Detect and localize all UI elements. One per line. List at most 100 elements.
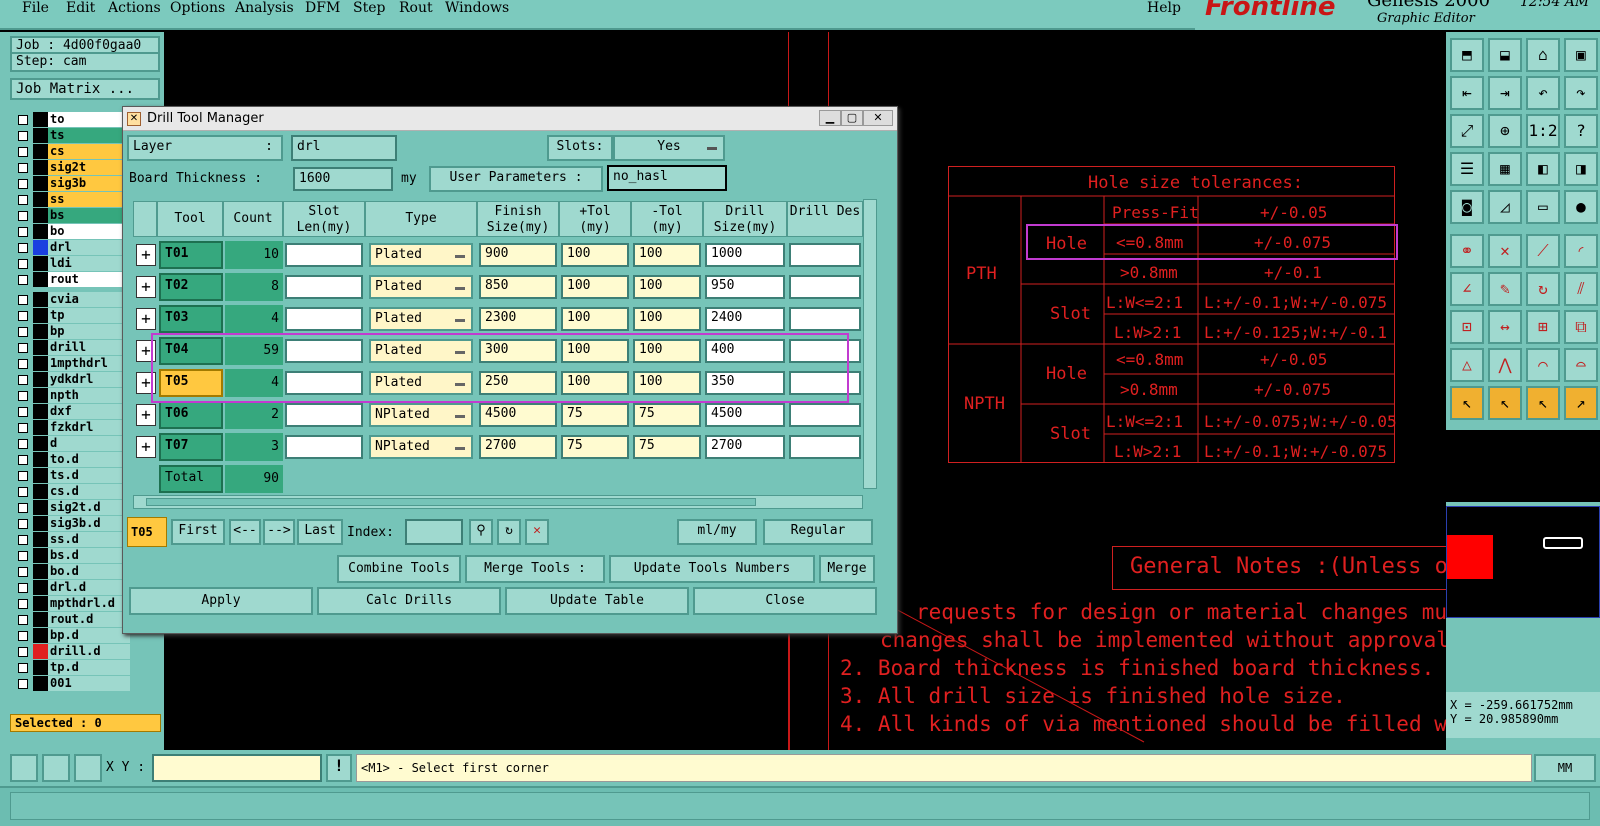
select4-icon[interactable]: ↗ — [1564, 386, 1598, 420]
layer-checkbox[interactable] — [18, 163, 28, 173]
layer-checkbox[interactable] — [18, 115, 28, 125]
minus-tol-field[interactable]: 75 — [633, 403, 701, 427]
layer-row-ss-d[interactable]: ss.d — [14, 532, 132, 548]
layer-checkbox[interactable] — [18, 583, 28, 593]
menu-file[interactable]: File — [22, 0, 49, 16]
angle-icon[interactable] — [42, 754, 70, 782]
triangle-icon[interactable]: △ — [1450, 348, 1484, 382]
layer-name[interactable]: drill — [48, 340, 130, 355]
layer-checkbox[interactable] — [18, 455, 28, 465]
grid-toggle-icon[interactable]: ▦ — [1488, 152, 1522, 186]
type-dropdown[interactable]: NPlated — [369, 435, 473, 459]
maximize-button[interactable]: ▢ — [841, 110, 863, 126]
layer-name[interactable]: ss.d — [48, 532, 130, 547]
lightbulb-icon[interactable]: ⚲ — [469, 519, 493, 545]
layer-row-cvia[interactable]: cvia — [14, 292, 132, 308]
layer-name[interactable]: sig3b.d — [48, 516, 130, 531]
layer-name[interactable]: sig3b — [48, 176, 130, 191]
layer-name[interactable]: drill.d — [48, 644, 130, 659]
center-icon[interactable]: ⊞ — [1526, 310, 1560, 344]
layer-checkbox[interactable] — [18, 195, 28, 205]
merge-button[interactable]: Merge — [819, 555, 875, 583]
update-tools-numbers-dropdown[interactable]: Update Tools Numbers — [609, 555, 815, 583]
layer-row-sig2t-d[interactable]: sig2t.d — [14, 500, 132, 516]
minus-tol-field[interactable]: 75 — [633, 435, 701, 459]
home-icon[interactable]: ⌂ — [1526, 38, 1560, 72]
layer-row-ts-d[interactable]: ts.d — [14, 468, 132, 484]
arc-icon[interactable]: ◜ — [1564, 234, 1598, 268]
layer-name[interactable]: cs — [48, 144, 130, 159]
layer-checkbox[interactable] — [18, 259, 28, 269]
slot-len-field[interactable] — [285, 243, 363, 267]
save-icon[interactable]: ⬓ — [1488, 38, 1522, 72]
expand-row-icon[interactable]: + — [136, 276, 156, 298]
group-icon[interactable]: ⧉ — [1564, 310, 1598, 344]
plus-tol-field[interactable]: 75 — [561, 403, 629, 427]
line-icon[interactable]: ⟋ — [1526, 234, 1560, 268]
layer-name[interactable]: fzkdrl — [48, 420, 130, 435]
layer-name[interactable]: cvia — [48, 292, 130, 307]
layer-name[interactable]: bp — [48, 324, 130, 339]
layer-checkbox[interactable] — [18, 243, 28, 253]
type-dropdown[interactable]: Plated — [369, 243, 473, 267]
layer-checkbox[interactable] — [18, 487, 28, 497]
settings-icon[interactable]: ☰ — [1450, 152, 1484, 186]
type-dropdown[interactable]: NPlated — [369, 403, 473, 427]
layer-field[interactable]: drl — [291, 135, 397, 161]
layer-row-rout[interactable]: rout — [14, 272, 132, 288]
snapshot-icon[interactable]: ◙ — [1450, 190, 1484, 224]
layer-checkbox[interactable] — [18, 615, 28, 625]
layers-icon[interactable]: ◧ — [1526, 152, 1560, 186]
drill-des-field[interactable] — [789, 435, 861, 459]
layer-checkbox[interactable] — [18, 375, 28, 385]
layer-name[interactable]: rout — [48, 272, 130, 287]
update-table-button[interactable]: Update Table — [505, 587, 689, 615]
next-button[interactable]: --> — [263, 519, 295, 545]
drill-size-field[interactable]: 1000 — [705, 243, 785, 267]
expand-row-icon[interactable]: + — [136, 436, 156, 458]
layer-row-sig2t[interactable]: sig2t — [14, 160, 132, 176]
layer-row-bs-d[interactable]: bs.d — [14, 548, 132, 564]
slot-len-field[interactable] — [285, 275, 363, 299]
ruler-icon[interactable]: ▭ — [1526, 190, 1560, 224]
user-parameters-field[interactable]: no_hasl — [607, 165, 727, 191]
layer-row-sig3b-d[interactable]: sig3b.d — [14, 516, 132, 532]
prev-button[interactable]: <-- — [229, 519, 261, 545]
layer-row-001[interactable]: 001 — [14, 676, 132, 692]
cross-icon[interactable]: ✕ — [1488, 234, 1522, 268]
layer-name[interactable]: ydkdrl — [48, 372, 130, 387]
drill-size-field[interactable]: 2400 — [705, 307, 785, 331]
layer-row-cs[interactable]: cs — [14, 144, 132, 160]
layer-checkbox[interactable] — [18, 275, 28, 285]
layer-name[interactable]: bp.d — [48, 628, 130, 643]
layer-row-drl[interactable]: drl — [14, 240, 132, 256]
layer-row-npth[interactable]: npth — [14, 388, 132, 404]
menu-edit[interactable]: Edit — [66, 0, 95, 16]
up-icon[interactable]: ⋀ — [1488, 348, 1522, 382]
tool-cell-t02[interactable]: T02 — [159, 273, 223, 301]
layer-row-ldi[interactable]: ldi — [14, 256, 132, 272]
layer-name[interactable]: bs — [48, 208, 130, 223]
close-button[interactable]: Close — [693, 587, 877, 615]
layer-row-fzkdrl[interactable]: fzkdrl — [14, 420, 132, 436]
minus-tol-field[interactable]: 100 — [633, 243, 701, 267]
draw-line-icon[interactable]: ∠ — [1450, 272, 1484, 306]
layer-checkbox[interactable] — [18, 311, 28, 321]
drill-size-field[interactable]: 2700 — [705, 435, 785, 459]
redo-icon[interactable]: ↷ — [1564, 76, 1598, 110]
tool-cell-t07[interactable]: T07 — [159, 433, 223, 461]
slot-len-field[interactable] — [285, 307, 363, 331]
close-window-icon[interactable]: ✕ — [863, 110, 893, 126]
layer-name[interactable]: cs.d — [48, 484, 130, 499]
finish-size-field[interactable]: 2300 — [479, 307, 557, 331]
layer-name[interactable]: sig2t.d — [48, 500, 130, 515]
apply-button[interactable]: Apply — [129, 587, 313, 615]
plus-tol-field[interactable]: 100 — [561, 243, 629, 267]
layer-name[interactable]: npth — [48, 388, 130, 403]
menu-rout[interactable]: Rout — [399, 0, 433, 16]
window-icon[interactable]: ▣ — [1564, 38, 1598, 72]
layer-row-rout-d[interactable]: rout.d — [14, 612, 132, 628]
layer-checkbox[interactable] — [18, 471, 28, 481]
layer-checkbox[interactable] — [18, 679, 28, 689]
step-in-icon[interactable]: ⬒ — [1450, 38, 1484, 72]
